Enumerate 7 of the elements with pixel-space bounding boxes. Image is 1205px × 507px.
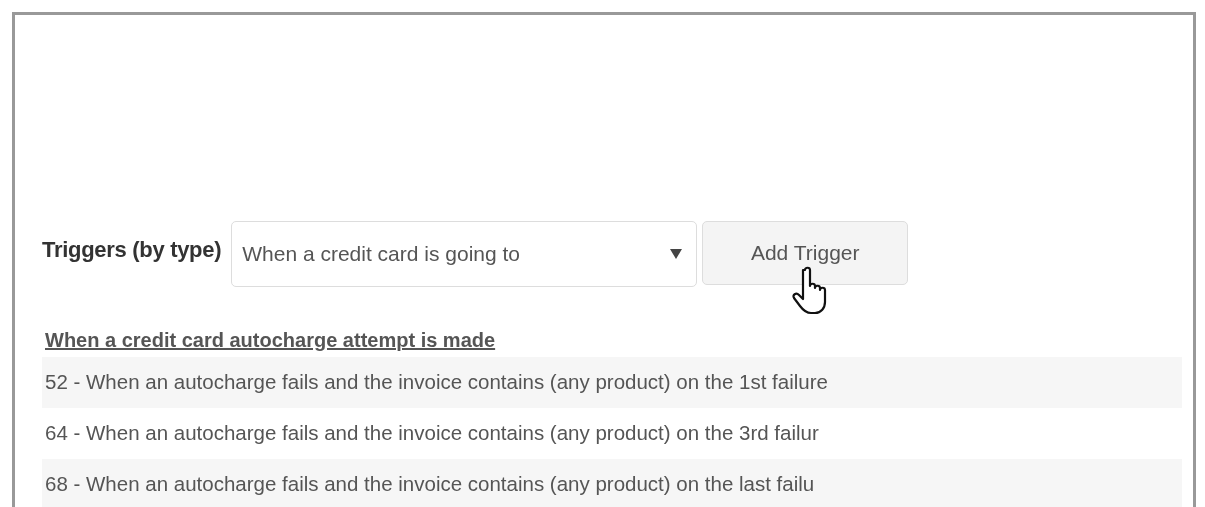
triggers-label: Triggers (by type) bbox=[42, 236, 222, 264]
trigger-item[interactable]: 52 - When an autocharge fails and the invoice contains (any product) on the 1st failure bbox=[42, 357, 1182, 408]
trigger-item[interactable]: 68 - When an autocharge fails and the invoice contains (any product) on the last failu bbox=[42, 458, 1182, 507]
trigger-type-select[interactable]: When a credit card is going to bbox=[231, 221, 698, 287]
trigger-item[interactable]: 64 - When an autocharge fails and the invoice contains (any product) on the 3rd failur bbox=[42, 407, 1182, 459]
section-heading: When a credit card autocharge attempt is made bbox=[45, 328, 497, 353]
caret-icon bbox=[670, 249, 683, 259]
